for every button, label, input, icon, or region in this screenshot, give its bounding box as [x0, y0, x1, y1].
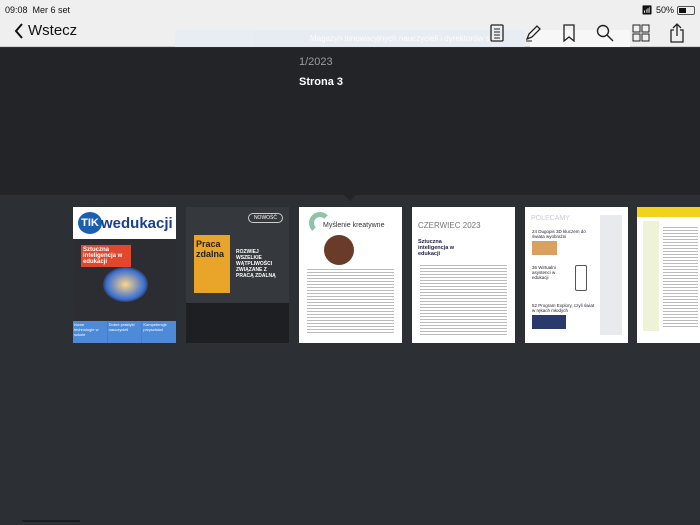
recommended-item: 36 Wirtualni asystenci w edukacji: [532, 265, 556, 280]
cover-headline: Sztuczna inteligencja w edukacji: [81, 245, 131, 267]
article-text: [307, 269, 394, 335]
underlying-page-header: Magazyn innowacyjnych nauczycieli i dyre…: [175, 30, 525, 47]
phone-image: [575, 265, 587, 291]
ad-text: ROZWIEJ WSZELKIE WĄTPLIWOŚCI ZWIĄZANE Z …: [236, 249, 276, 279]
current-page-pointer: [344, 195, 356, 201]
sidebar-column: [600, 215, 622, 335]
toc-heading: CZERWIEC 2023: [418, 221, 481, 230]
current-page-label: Strona 3: [299, 76, 344, 88]
article-image: [532, 241, 557, 255]
battery-icon: [677, 5, 695, 15]
bookmark-icon[interactable]: [558, 22, 580, 44]
article-text: [663, 227, 698, 327]
book-image: Praca zdalna: [194, 235, 230, 293]
toc-text: [420, 265, 507, 335]
chevron-left-icon: [14, 22, 23, 39]
back-label: Wstecz: [28, 22, 78, 39]
page-grid-icon[interactable]: [630, 22, 652, 44]
home-indicator: [22, 520, 80, 522]
status-date: Mer 6 set: [32, 5, 71, 15]
issue-number: 1/2023: [299, 56, 333, 68]
page-thumbnail-6[interactable]: [637, 207, 700, 343]
status-time: 09:08: [5, 5, 28, 15]
recommended-item: 24 Dugopis 3D kluczem do świata wyobraźn…: [532, 229, 586, 239]
recommended-heading: POLECAMY: [531, 215, 570, 222]
wifi-icon: 📶︎: [641, 4, 653, 15]
brain-image: [103, 267, 148, 302]
status-bar: 09:08 Mer 6 set 📶︎ 50%: [0, 0, 700, 20]
author-photo: [324, 235, 354, 265]
back-button[interactable]: Wstecz: [14, 22, 77, 39]
cover-box: Nowe technologie w szkole: [73, 321, 107, 343]
navigation-bar: Magazyn innowacyjnych nauczycieli i dyre…: [0, 20, 700, 47]
battery-percent: 50%: [655, 5, 674, 15]
cover-box: Dobre praktyki nauczycieli: [107, 321, 142, 343]
toc-subheading: Sztuczna inteligencja w edukacji: [418, 239, 455, 257]
page-info-panel: [0, 48, 700, 195]
page-thumbnail-5[interactable]: POLECAMY 24 Dugopis 3D kluczem do świata…: [525, 207, 628, 343]
cover-brand: wedukacji: [101, 215, 173, 232]
search-icon[interactable]: [594, 22, 616, 44]
tik-logo: TIK: [78, 212, 102, 234]
page-thumbnail-2[interactable]: NOWOŚĆ Praca zdalna ROZWIEJ WSZELKIE WĄT…: [186, 207, 289, 343]
sidebar-column: [643, 221, 659, 331]
article-image: [532, 315, 566, 329]
ad-footer: [186, 303, 289, 343]
yellow-header: [637, 207, 700, 217]
recommended-item: 52 Program Explory, czyli świat w rękach…: [532, 303, 595, 313]
annotate-pencil-icon[interactable]: [522, 22, 544, 44]
new-badge: NOWOŚĆ: [247, 213, 283, 223]
article-title: Myślenie kreatywne: [323, 222, 385, 229]
cover-box: Kompetencje przyszłości: [142, 321, 176, 343]
table-of-contents-icon[interactable]: [486, 22, 508, 44]
page-thumbnail-cover[interactable]: TIK wedukacji Sztuczna inteligencja w edu…: [73, 207, 176, 343]
share-icon[interactable]: [666, 22, 688, 44]
page-thumbnail-4[interactable]: CZERWIEC 2023 Sztuczna inteligencja w ed…: [412, 207, 515, 343]
page-thumbnail-3[interactable]: Myślenie kreatywne: [299, 207, 402, 343]
